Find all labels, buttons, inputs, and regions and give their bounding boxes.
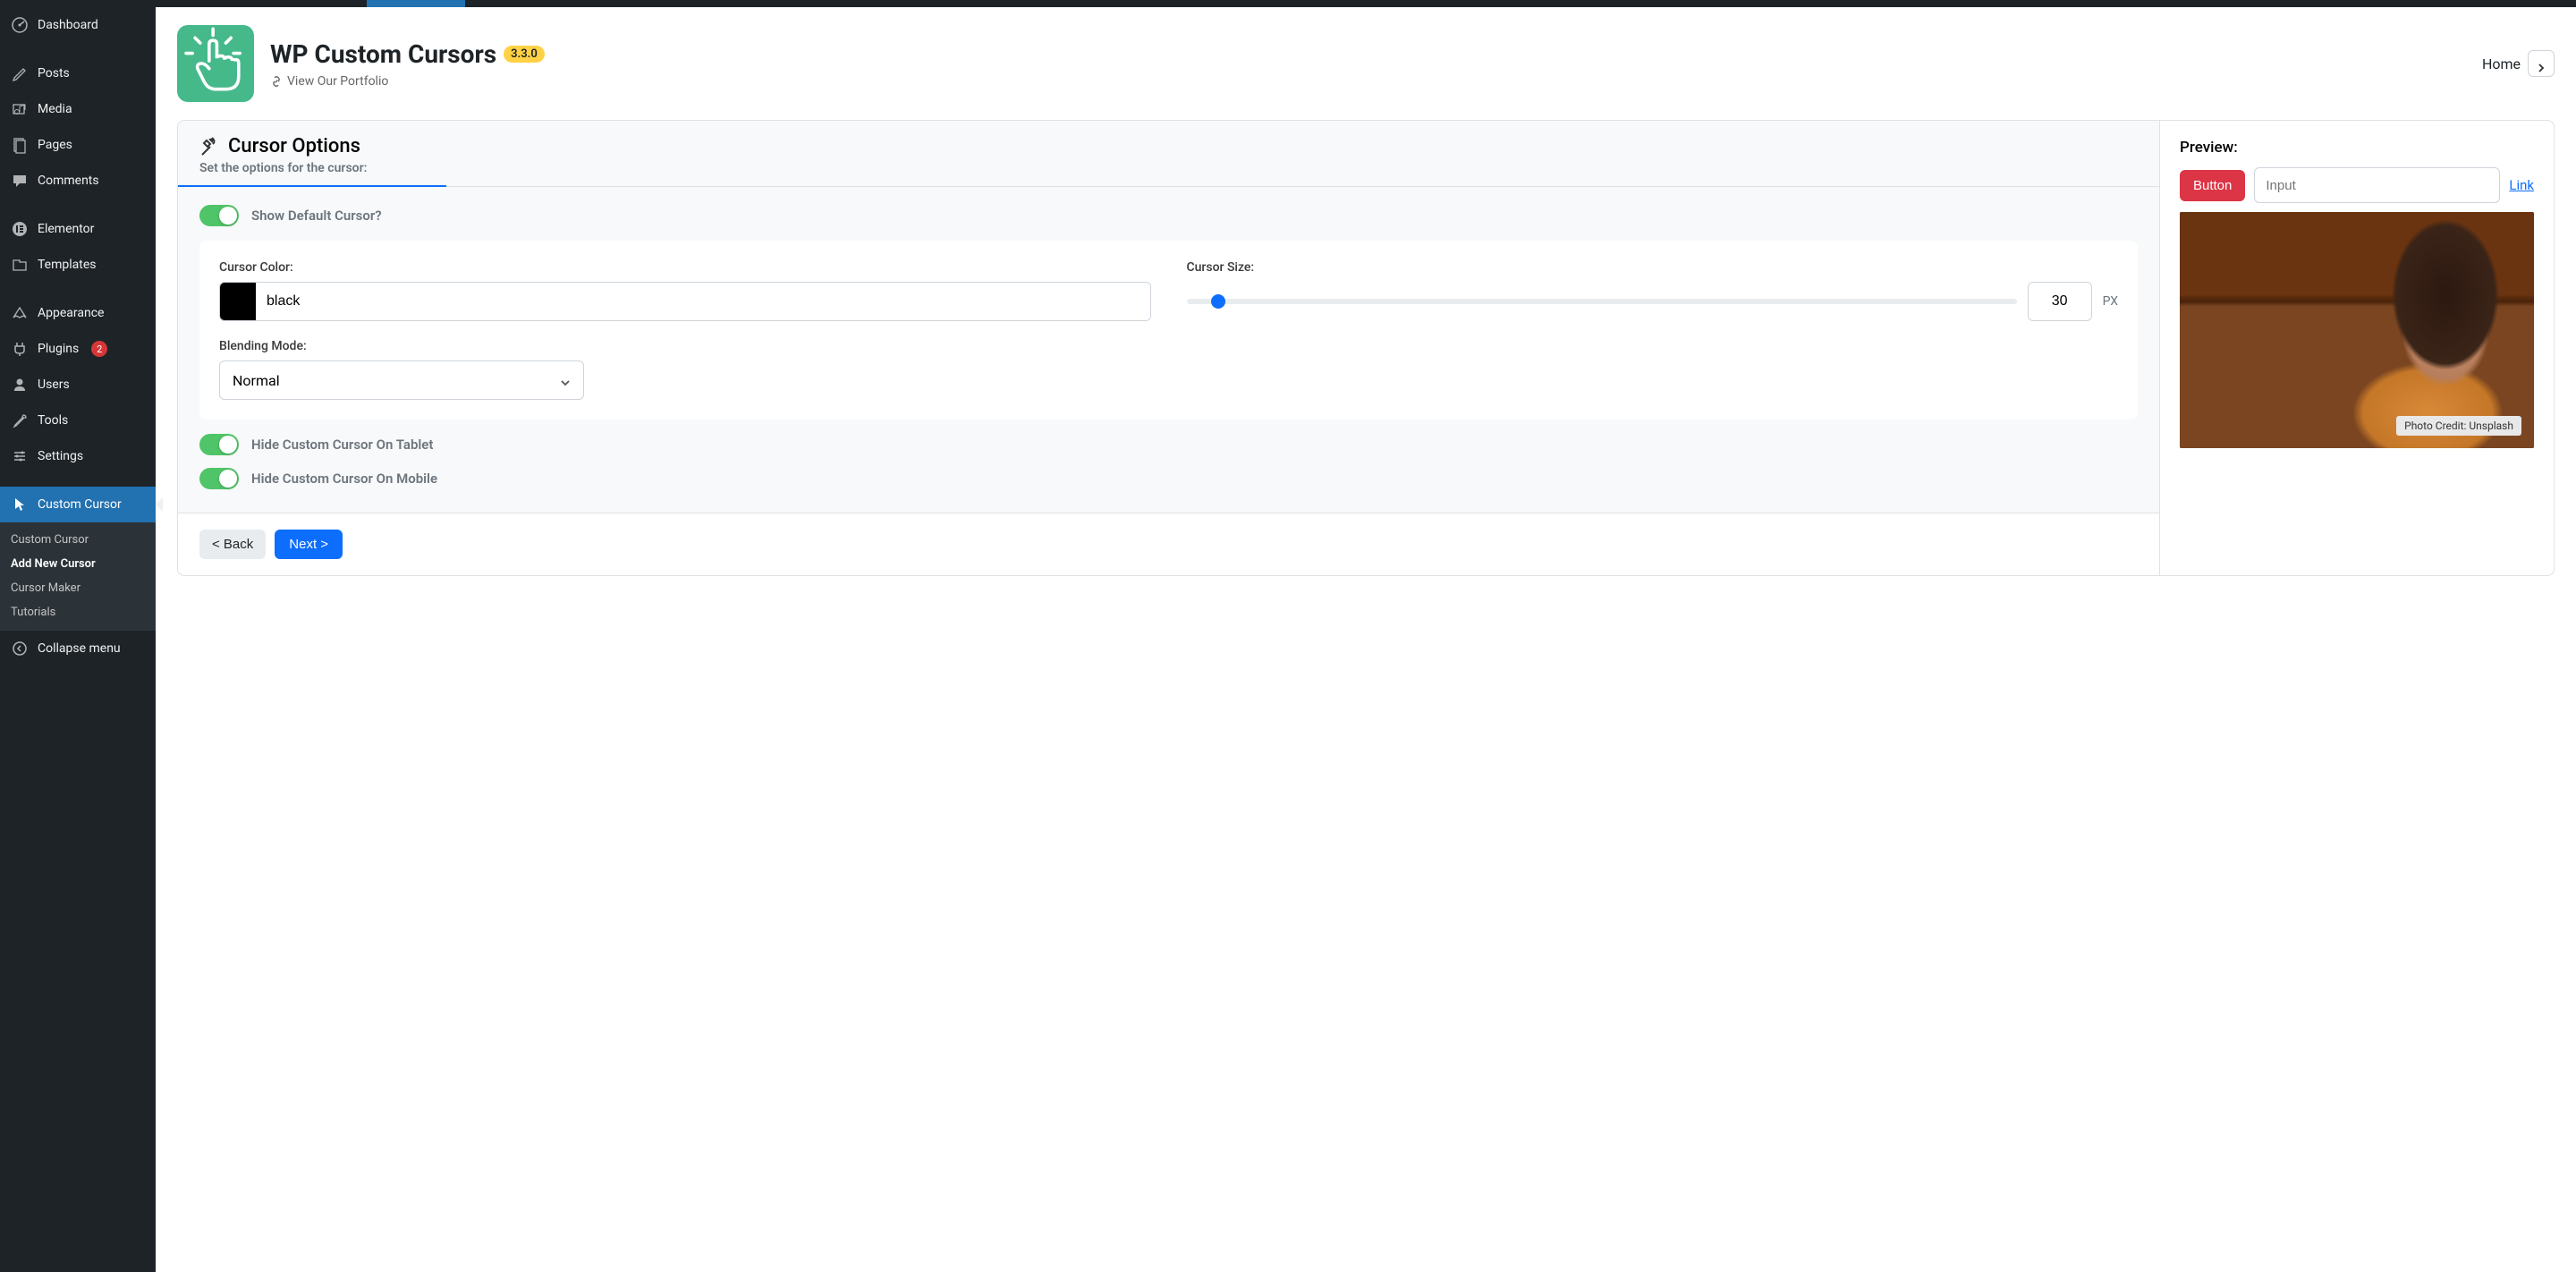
chevron-right-icon — [2537, 59, 2546, 68]
sidebar-collapse[interactable]: Collapse menu — [0, 630, 156, 666]
color-swatch[interactable] — [220, 283, 256, 320]
wp-admin-bar — [0, 0, 2576, 7]
users-icon — [11, 376, 29, 394]
sidebar-submenu: Custom Cursor Add New Cursor Cursor Make… — [0, 522, 156, 630]
sidebar-item-posts[interactable]: Posts — [0, 55, 156, 91]
toggle-show-default[interactable] — [199, 205, 239, 226]
sidebar-item-appearance[interactable]: Appearance — [0, 295, 156, 331]
sub-tutorials[interactable]: Tutorials — [0, 600, 156, 624]
toggle-label: Show Default Cursor? — [251, 208, 382, 224]
home-link[interactable]: Home — [2482, 55, 2521, 72]
sidebar-label: Users — [38, 377, 70, 392]
sidebar-item-elementor[interactable]: Elementor — [0, 211, 156, 247]
range-thumb[interactable] — [1211, 294, 1225, 309]
sidebar-item-users[interactable]: Users — [0, 367, 156, 403]
sidebar-item-comments[interactable]: Comments — [0, 163, 156, 199]
preview-input[interactable] — [2254, 167, 2500, 203]
toggle-label: Hide Custom Cursor On Mobile — [251, 471, 437, 487]
toggle-hide-mobile[interactable] — [199, 468, 239, 489]
main-content: WP Custom Cursors 3.3.0 View Our Portfol… — [156, 7, 2576, 1272]
portfolio-link[interactable]: View Our Portfolio — [270, 74, 2466, 89]
chevron-right-button[interactable] — [2528, 50, 2555, 77]
size-range[interactable] — [1187, 299, 2017, 304]
options-header: Cursor Options Set the options for the c… — [178, 121, 2159, 187]
sidebar-label: Appearance — [38, 306, 104, 320]
plugins-badge: 2 — [91, 341, 107, 357]
sidebar-label: Posts — [38, 66, 70, 81]
section-subtitle: Set the options for the cursor: — [199, 161, 2138, 175]
media-icon — [11, 100, 29, 118]
preview-button[interactable]: Button — [2180, 170, 2245, 201]
comments-icon — [11, 172, 29, 190]
sidebar-item-settings[interactable]: Settings — [0, 438, 156, 474]
sidebar-item-media[interactable]: Media — [0, 91, 156, 127]
dashboard-icon — [11, 16, 29, 34]
sidebar-item-dashboard[interactable]: Dashboard — [0, 7, 156, 43]
sidebar-item-custom-cursor[interactable]: Custom Cursor — [0, 487, 156, 522]
cursor-size-label: Cursor Size: — [1187, 260, 2119, 275]
posts-icon — [11, 64, 29, 82]
sidebar-label: Collapse menu — [38, 641, 121, 656]
toggle-hide-tablet[interactable] — [199, 434, 239, 455]
size-value-input[interactable] — [2028, 282, 2092, 321]
color-text-input[interactable] — [256, 283, 1150, 320]
back-button[interactable]: < Back — [199, 530, 266, 559]
preview-title: Preview: — [2180, 139, 2534, 157]
preview-image: Photo Credit: Unsplash — [2180, 212, 2534, 448]
sidebar-item-plugins[interactable]: Plugins 2 — [0, 331, 156, 367]
photo-credit: Photo Credit: Unsplash — [2396, 416, 2521, 436]
tools-icon — [11, 411, 29, 429]
collapse-icon — [11, 640, 29, 657]
sidebar-label: Templates — [38, 258, 97, 272]
px-unit: PX — [2103, 294, 2118, 309]
sidebar-label: Custom Cursor — [38, 497, 122, 512]
plugins-icon — [11, 340, 29, 358]
link-icon — [270, 75, 283, 88]
appearance-icon — [11, 304, 29, 322]
sub-custom-cursor[interactable]: Custom Cursor — [0, 528, 156, 552]
preview-link[interactable]: Link — [2509, 177, 2534, 193]
sub-cursor-maker[interactable]: Cursor Maker — [0, 576, 156, 600]
templates-icon — [11, 256, 29, 274]
tools-icon — [199, 136, 221, 157]
version-badge: 3.3.0 — [504, 46, 545, 63]
elementor-icon — [11, 220, 29, 238]
sidebar-label: Comments — [38, 174, 99, 188]
sidebar-label: Media — [38, 102, 72, 116]
sidebar-label: Pages — [38, 138, 72, 152]
pages-icon — [11, 136, 29, 154]
sub-add-new[interactable]: Add New Cursor — [0, 552, 156, 576]
sidebar-item-tools[interactable]: Tools — [0, 403, 156, 438]
sidebar-label: Settings — [38, 449, 83, 463]
cursor-color-label: Cursor Color: — [219, 260, 1151, 275]
cursor-color-input[interactable] — [219, 282, 1151, 321]
page-title: WP Custom Cursors 3.3.0 — [270, 39, 2466, 69]
cursor-icon — [11, 496, 29, 513]
preview-panel: Preview: Button Link Photo Credit: Unspl… — [2160, 121, 2554, 575]
toggle-label: Hide Custom Cursor On Tablet — [251, 437, 433, 453]
sidebar-label: Elementor — [38, 222, 94, 236]
sidebar-label: Tools — [38, 413, 68, 428]
sidebar-item-pages[interactable]: Pages — [0, 127, 156, 163]
admin-sidebar: Dashboard Posts Media Pages Comments Ele… — [0, 7, 156, 1272]
settings-icon — [11, 447, 29, 465]
options-card: Cursor Options Set the options for the c… — [177, 120, 2555, 576]
wizard-nav: < Back Next > — [178, 513, 2159, 575]
sidebar-label: Dashboard — [38, 18, 98, 32]
page-header: WP Custom Cursors 3.3.0 View Our Portfol… — [177, 25, 2555, 102]
next-button[interactable]: Next > — [275, 530, 343, 559]
blending-select[interactable]: Normal — [219, 360, 584, 400]
sidebar-item-templates[interactable]: Templates — [0, 247, 156, 283]
cursor-settings-box: Cursor Color: Blending Mode: Normal — [199, 241, 2138, 420]
chevron-down-icon — [560, 375, 571, 386]
app-icon — [177, 25, 254, 102]
blending-label: Blending Mode: — [219, 339, 1151, 353]
sidebar-label: Plugins — [38, 342, 79, 356]
